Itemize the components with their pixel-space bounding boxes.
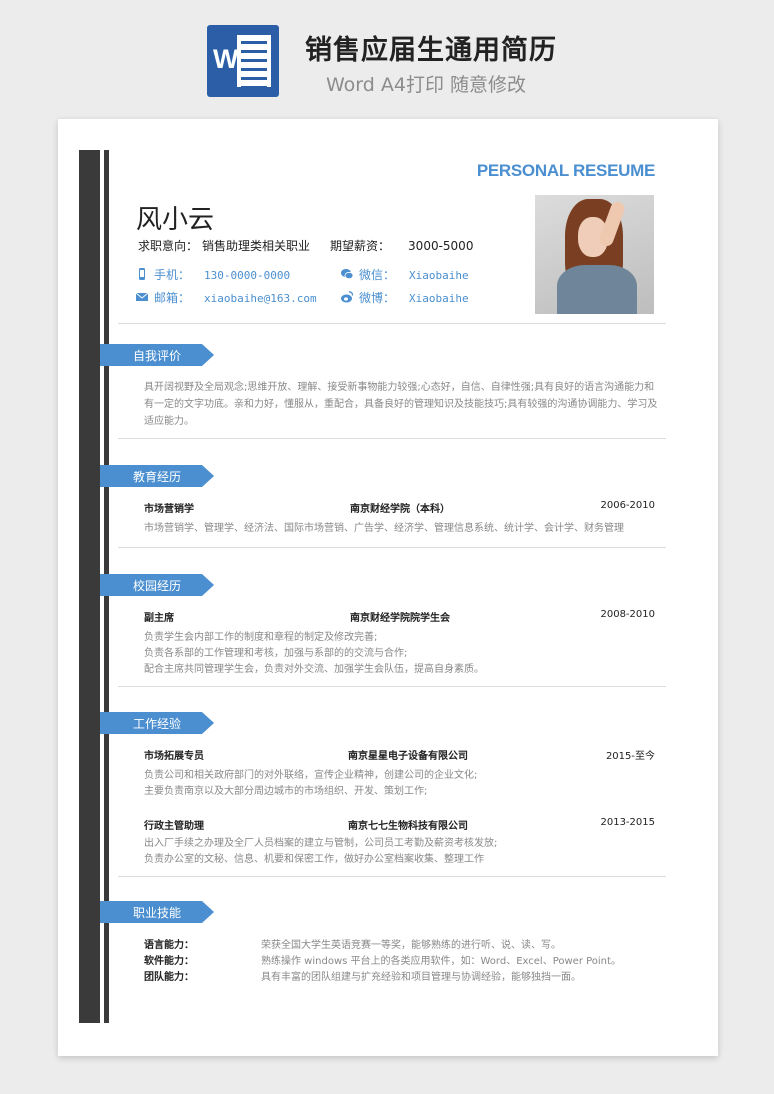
weibo-row: 微博： Xiaobaihe xyxy=(341,289,469,306)
education-date: 2006-2010 xyxy=(600,500,655,511)
salary-value: 3000-5000 xyxy=(408,239,474,253)
campus-role: 副主席 xyxy=(144,613,174,624)
salary-label: 期望薪资： xyxy=(330,239,391,253)
job-line: 出入厂手续之办理及全厂人员档案的建立与管制，公司员工考勤及薪资考核发放; xyxy=(144,838,498,849)
banner-subtitle: Word A4打印 随意修改 xyxy=(326,74,527,96)
wechat-value: Xiaobaihe xyxy=(409,269,469,282)
job-intent-line: 求职意向： 销售助理类相关职业 期望薪资： 3000-5000 xyxy=(138,237,473,254)
banner-title: 销售应届生通用简历 xyxy=(305,35,557,66)
divider xyxy=(118,438,666,439)
phone-icon xyxy=(139,268,145,280)
job-role: 市场拓展专员 xyxy=(144,751,204,762)
email-row: 邮箱： xiaobaihe@163.com xyxy=(136,289,317,306)
job-company: 南京七七生物科技有限公司 xyxy=(348,821,468,832)
weibo-icon xyxy=(341,291,353,303)
phone-row: 手机： 130-0000-0000 xyxy=(136,266,290,283)
mail-icon xyxy=(136,292,148,301)
divider xyxy=(118,323,666,324)
email-value: xiaobaihe@163.com xyxy=(204,292,317,305)
education-courses: 市场营销学、管理学、经济法、国际市场营销、广告学、经济学、管理信息系统、统计学、… xyxy=(144,523,624,534)
job-line: 主要负责南京以及大部分周边城市的市场组织、开发、策划工作; xyxy=(144,786,428,797)
skill-label: 语言能力： xyxy=(144,940,194,951)
job-line: 负责公司和相关政府部门的对外联络，宣传企业精神，创建公司的企业文化; xyxy=(144,770,478,781)
job-line: 负责办公室的文秘、信息、机要和保密工作，做好办公室档案收集、整理工作 xyxy=(144,854,484,865)
campus-line: 负责各系部的工作管理和考核，加强与系部的的交流与合作; xyxy=(144,648,408,659)
wechat-row: 微信： Xiaobaihe xyxy=(341,266,469,283)
job-date: 2013-2015 xyxy=(600,817,655,828)
divider xyxy=(118,876,666,877)
weibo-value: Xiaobaihe xyxy=(409,292,469,305)
job-date: 2015-至今 xyxy=(605,751,655,762)
wechat-icon xyxy=(341,269,353,280)
section-tag-education: 教育经历 xyxy=(100,465,214,487)
skill-label: 软件能力： xyxy=(144,956,194,967)
divider xyxy=(118,686,666,687)
job-role: 行政主管助理 xyxy=(144,821,204,832)
word-document-icon: W xyxy=(207,25,279,97)
section-tag-self-eval: 自我评价 xyxy=(100,344,214,366)
campus-date: 2008-2010 xyxy=(600,609,655,620)
section-tag-skills: 职业技能 xyxy=(100,901,214,923)
education-school: 南京财经学院（本科） xyxy=(350,504,450,515)
campus-org: 南京财经学院院学生会 xyxy=(350,613,450,624)
profile-photo xyxy=(535,195,654,314)
section-tag-campus: 校园经历 xyxy=(100,574,214,596)
intent-label: 求职意向： xyxy=(138,239,199,253)
resume-page: PERSONAL RESEUME 风小云 求职意向： 销售助理类相关职业 期望薪资：… xyxy=(58,119,718,1056)
education-major: 市场营销学 xyxy=(144,504,194,515)
phone-value: 130-0000-0000 xyxy=(204,269,291,282)
divider xyxy=(118,547,666,548)
campus-line: 配合主席共同管理学生会，负责对外交流、加强学生会队伍，提高自身素质。 xyxy=(144,664,484,675)
section-tag-work: 工作经验 xyxy=(100,712,214,734)
campus-line: 负责学生会内部工作的制度和章程的制定及修改完善; xyxy=(144,632,378,643)
decorative-bar xyxy=(79,150,100,1023)
skill-value: 荣获全国大学生英语竞赛一等奖，能够熟练的进行听、说、读、写。 xyxy=(261,940,561,951)
skill-label: 团队能力： xyxy=(144,972,194,983)
intent-value: 销售助理类相关职业 xyxy=(202,239,311,253)
skill-value: 具有丰富的团队组建与扩充经验和项目管理与协调经验，能够独挡一面。 xyxy=(261,972,581,983)
top-banner: W 销售应届生通用简历 Word A4打印 随意修改 xyxy=(0,0,774,110)
skill-value: 熟练操作 windows 平台上的各类应用软件，如：Word、Excel、Pow… xyxy=(261,956,621,967)
personal-resume-title: PERSONAL RESEUME xyxy=(476,161,655,180)
candidate-name: 风小云 xyxy=(136,205,215,235)
self-eval-text: 具开阔视野及全局观念;思维开放、理解、接受新事物能力较强;心态好，自信、自律性强… xyxy=(144,382,658,427)
job-company: 南京星星电子设备有限公司 xyxy=(348,751,468,762)
